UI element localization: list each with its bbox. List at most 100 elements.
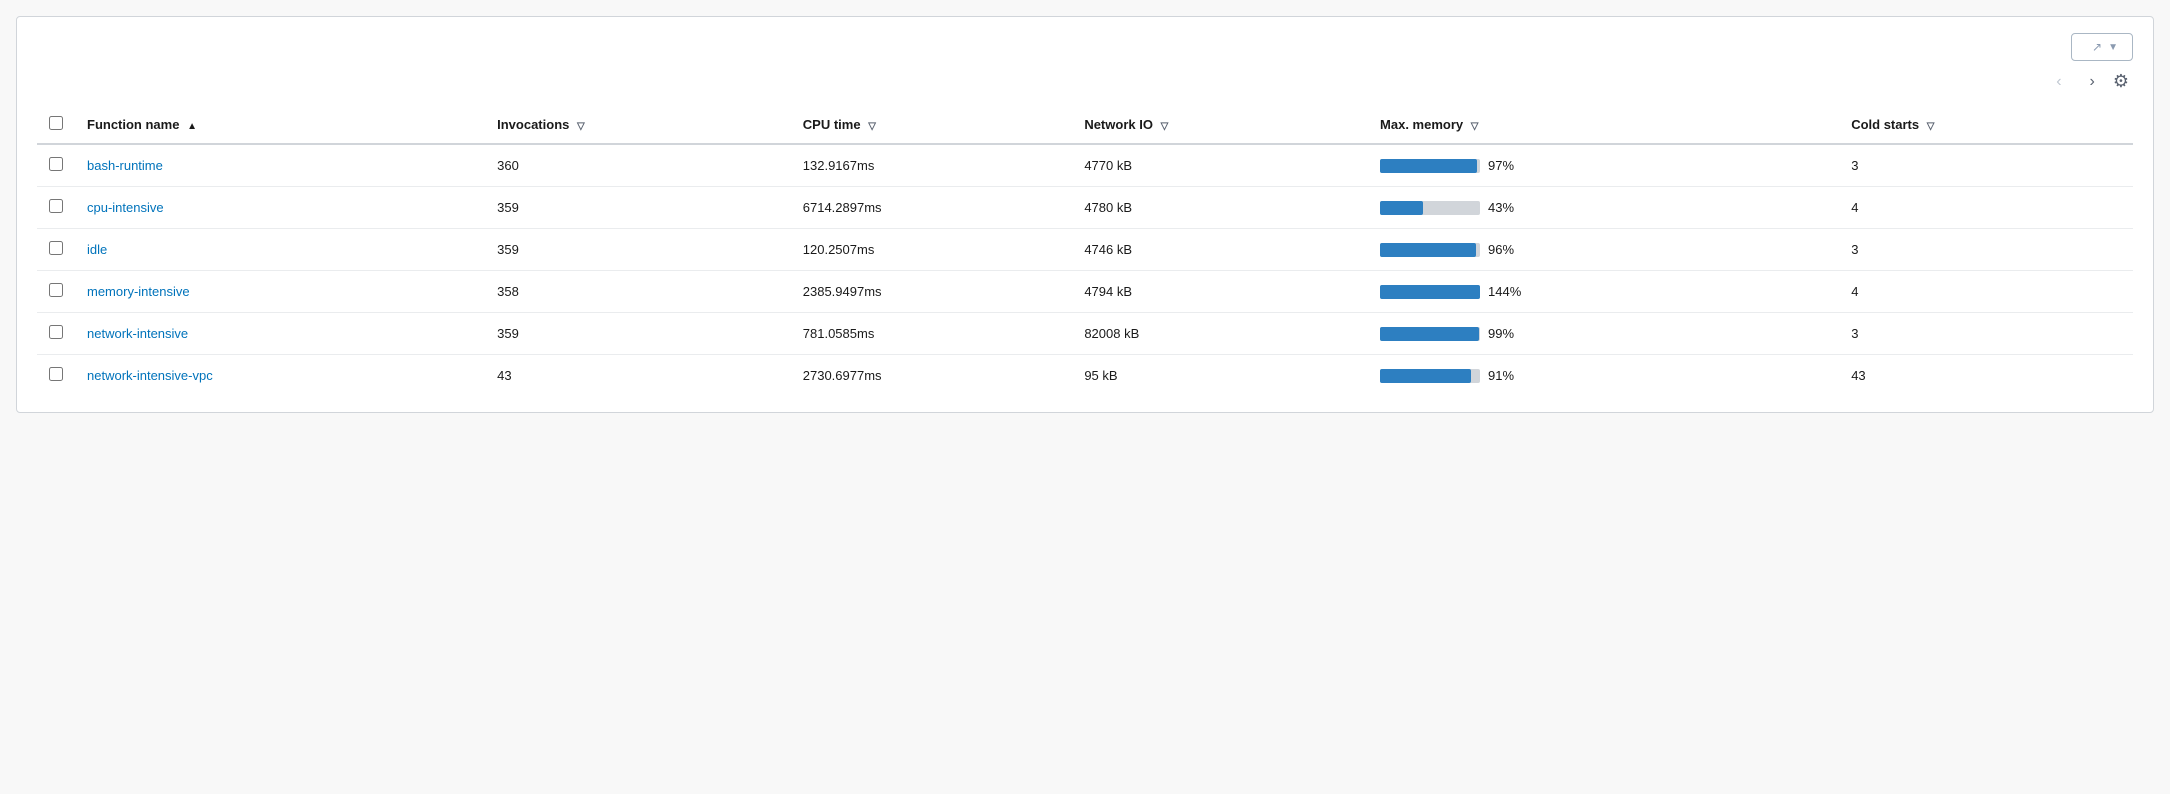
table-row: bash-runtime360132.9167ms4770 kB97%3 [37,144,2133,187]
row-checkbox-cell [37,229,75,271]
memory-bar-container: 96% [1380,242,1827,257]
col-function-name: Function name ▲ [75,106,485,144]
prev-page-button[interactable]: ‹ [2050,71,2067,93]
pagination-row: ‹ › ⚙ [37,69,2133,94]
table-row: network-intensive-vpc432730.6977ms95 kB9… [37,355,2133,397]
row-max-memory: 96% [1368,229,1839,271]
chevron-down-icon: ▼ [2108,42,2118,53]
row-cold-starts: 4 [1839,187,2133,229]
sort-asc-icon[interactable]: ▲ [187,121,197,132]
row-checkbox[interactable] [49,241,63,255]
memory-bar-container: 43% [1380,200,1827,215]
row-function-name: network-intensive [75,313,485,355]
col-max-memory: Max. memory ▽ [1368,106,1839,144]
function-name-link[interactable]: network-intensive-vpc [87,368,213,383]
row-cold-starts: 43 [1839,355,2133,397]
memory-bar-fill [1380,243,1476,257]
row-checkbox-cell [37,271,75,313]
row-cold-starts: 3 [1839,144,2133,187]
row-cold-starts: 3 [1839,229,2133,271]
row-checkbox[interactable] [49,199,63,213]
memory-pct-label: 96% [1488,242,1528,257]
row-function-name: idle [75,229,485,271]
row-cpu-time: 2730.6977ms [791,355,1073,397]
memory-bar-track [1380,369,1480,383]
row-checkbox[interactable] [49,283,63,297]
select-all-checkbox[interactable] [49,116,63,130]
col-mem-label: Max. memory [1380,117,1463,132]
memory-bar-fill [1380,285,1480,299]
memory-bar-container: 144% [1380,284,1827,299]
header-actions: ↗ ▼ [2071,33,2133,61]
memory-bar-track [1380,159,1480,173]
row-invocations: 360 [485,144,791,187]
function-summary-panel: ↗ ▼ ‹ › ⚙ Function name ▲ [16,16,2154,413]
row-checkbox-cell [37,355,75,397]
row-cold-starts: 3 [1839,313,2133,355]
function-name-link[interactable]: network-intensive [87,326,188,341]
function-name-link[interactable]: idle [87,242,107,257]
row-network-io: 4780 kB [1072,187,1368,229]
row-checkbox[interactable] [49,367,63,381]
col-cold-starts: Cold starts ▽ [1839,106,2133,144]
row-network-io: 4746 kB [1072,229,1368,271]
function-name-link[interactable]: memory-intensive [87,284,190,299]
col-inv-label: Invocations [497,117,569,132]
next-page-button[interactable]: › [2084,71,2101,93]
row-max-memory: 99% [1368,313,1839,355]
function-name-link[interactable]: bash-runtime [87,158,163,173]
sort-desc-icon-cpu[interactable]: ▽ [868,121,876,132]
memory-pct-label: 91% [1488,368,1528,383]
memory-bar-fill [1380,159,1477,173]
memory-bar-track [1380,327,1480,341]
memory-bar-track [1380,243,1480,257]
col-cpu-label: CPU time [803,117,861,132]
memory-bar-container: 91% [1380,368,1827,383]
col-invocations: Invocations ▽ [485,106,791,144]
table-row: cpu-intensive3596714.2897ms4780 kB43%4 [37,187,2133,229]
memory-pct-label: 43% [1488,200,1528,215]
table-row: memory-intensive3582385.9497ms4794 kB144… [37,271,2133,313]
col-cold-label: Cold starts [1851,117,1919,132]
row-checkbox-cell [37,144,75,187]
row-max-memory: 144% [1368,271,1839,313]
sort-desc-icon-net[interactable]: ▽ [1161,121,1169,132]
row-checkbox[interactable] [49,325,63,339]
row-function-name: network-intensive-vpc [75,355,485,397]
settings-button[interactable]: ⚙ [2109,69,2133,94]
row-cpu-time: 2385.9497ms [791,271,1073,313]
sort-desc-icon-cold[interactable]: ▽ [1927,121,1935,132]
col-fn-label: Function name [87,117,179,132]
actions-button[interactable]: ↗ ▼ [2071,33,2133,61]
table-row: idle359120.2507ms4746 kB96%3 [37,229,2133,271]
sort-desc-icon-mem[interactable]: ▽ [1471,121,1479,132]
row-network-io: 4770 kB [1072,144,1368,187]
col-cpu-time: CPU time ▽ [791,106,1073,144]
memory-pct-label: 144% [1488,284,1528,299]
memory-bar-container: 99% [1380,326,1827,341]
memory-bar-track [1380,285,1480,299]
sort-desc-icon-inv[interactable]: ▽ [577,121,585,132]
col-net-label: Network IO [1084,117,1153,132]
external-link-icon: ↗ [2092,40,2102,54]
row-network-io: 4794 kB [1072,271,1368,313]
row-network-io: 95 kB [1072,355,1368,397]
row-cpu-time: 120.2507ms [791,229,1073,271]
prev-icon: ‹ [2056,73,2061,90]
row-checkbox-cell [37,187,75,229]
row-function-name: bash-runtime [75,144,485,187]
table-row: network-intensive359781.0585ms82008 kB99… [37,313,2133,355]
row-network-io: 82008 kB [1072,313,1368,355]
settings-icon: ⚙ [2113,71,2129,91]
memory-bar-track [1380,201,1480,215]
row-cold-starts: 4 [1839,271,2133,313]
col-network-io: Network IO ▽ [1072,106,1368,144]
function-table: Function name ▲ Invocations ▽ CPU time ▽… [37,106,2133,396]
row-checkbox[interactable] [49,157,63,171]
memory-bar-fill [1380,369,1471,383]
row-invocations: 43 [485,355,791,397]
memory-bar-container: 97% [1380,158,1827,173]
function-name-link[interactable]: cpu-intensive [87,200,164,215]
next-icon: › [2090,73,2095,90]
row-cpu-time: 6714.2897ms [791,187,1073,229]
